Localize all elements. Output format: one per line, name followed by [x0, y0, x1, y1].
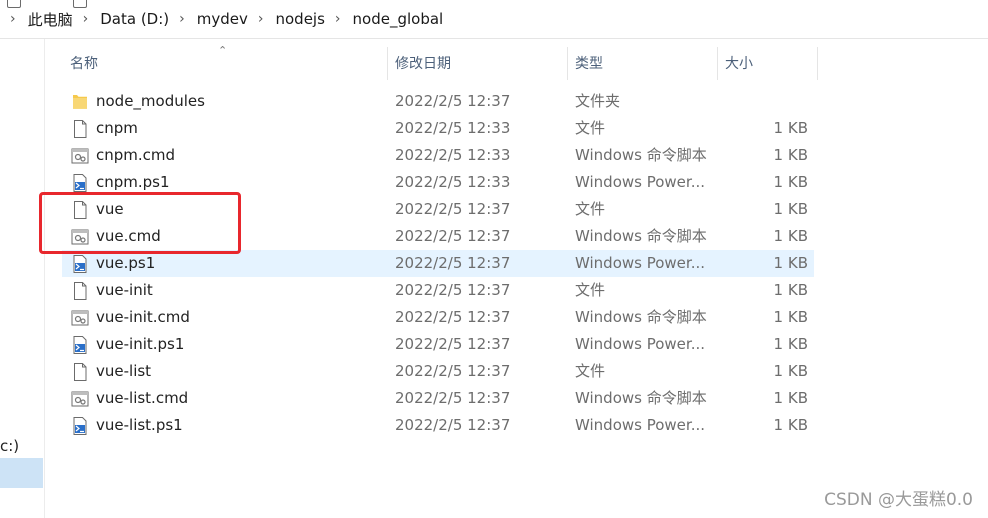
breadcrumb: › 此电脑 › Data (D:) › mydev › nodejs › nod…	[0, 6, 988, 32]
file-size: 1 KB	[773, 362, 808, 380]
cmd-script-icon	[70, 308, 90, 328]
file-modified-date: 2022/2/5 12:33	[395, 119, 511, 137]
chevron-right-icon[interactable]: ›	[10, 11, 16, 27]
file-size: 1 KB	[773, 308, 808, 326]
cmd-script-icon	[70, 146, 90, 166]
column-headers: 名称 修改日期 类型 大小	[62, 47, 818, 80]
column-header-date[interactable]: 修改日期	[387, 47, 567, 80]
file-size: 1 KB	[773, 416, 808, 434]
file-type: Windows 命令脚本	[575, 227, 707, 245]
file-name: cnpm.cmd	[96, 146, 176, 164]
file-modified-date: 2022/2/5 12:37	[395, 92, 511, 110]
file-name: vue.ps1	[96, 254, 156, 272]
file-size: 1 KB	[773, 146, 808, 164]
file-modified-date: 2022/2/5 12:37	[395, 281, 511, 299]
powershell-script-icon	[70, 416, 90, 436]
file-row[interactable]: cnpm.cmd 2022/2/5 12:33 Windows 命令脚本 1 KB	[62, 142, 814, 169]
file-name: node_modules	[96, 92, 205, 110]
file-type: Windows Power...	[575, 416, 706, 434]
powershell-script-icon	[70, 335, 90, 355]
folder-icon	[70, 92, 90, 112]
file-type: 文件夹	[575, 92, 621, 110]
file-name: vue-list	[96, 362, 152, 380]
file-modified-date: 2022/2/5 12:37	[395, 308, 511, 326]
file-row[interactable]: vue-list.ps1 2022/2/5 12:37 Windows Power.…	[62, 412, 814, 439]
navigation-pane[interactable]: c:)	[0, 39, 45, 518]
file-name: vue-list.ps1	[96, 416, 183, 434]
file-type: Windows Power...	[575, 335, 706, 353]
annotation-highlight-box	[39, 192, 241, 254]
divider	[0, 38, 988, 39]
breadcrumb-item-data-drive[interactable]: Data (D:)	[100, 10, 169, 28]
breadcrumb-item-this-pc[interactable]: 此电脑	[28, 9, 73, 30]
column-header-type[interactable]: 类型	[567, 47, 717, 80]
file-list: node_modules 2022/2/5 12:37 文件夹 cnpm 2022/2/…	[62, 88, 814, 439]
nav-item-drive-label[interactable]: c:)	[0, 437, 19, 455]
file-type: 文件	[575, 200, 606, 218]
file-name: cnpm	[96, 119, 138, 137]
file-modified-date: 2022/2/5 12:33	[395, 146, 511, 164]
file-type: Windows 命令脚本	[575, 308, 707, 326]
file-modified-date: 2022/2/5 12:37	[395, 416, 511, 434]
file-type: 文件	[575, 362, 606, 380]
file-type: Windows Power...	[575, 254, 706, 272]
file-name: vue-init.ps1	[96, 335, 185, 353]
file-row[interactable]: vue-list 2022/2/5 12:37 文件 1 KB	[62, 358, 814, 385]
file-row[interactable]: node_modules 2022/2/5 12:37 文件夹	[62, 88, 814, 115]
file-size: 1 KB	[773, 254, 808, 272]
column-divider[interactable]	[817, 47, 818, 80]
breadcrumb-item-mydev[interactable]: mydev	[197, 10, 248, 28]
file-modified-date: 2022/2/5 12:37	[395, 227, 511, 245]
file-name: vue-init	[96, 281, 153, 299]
file-modified-date: 2022/2/5 12:37	[395, 200, 511, 218]
chevron-right-icon[interactable]: ›	[335, 11, 341, 27]
file-size: 1 KB	[773, 200, 808, 218]
file-size: 1 KB	[773, 227, 808, 245]
file-row[interactable]: vue-init 2022/2/5 12:37 文件 1 KB	[62, 277, 814, 304]
nav-item-selected[interactable]	[0, 458, 43, 488]
column-header-size[interactable]: 大小	[717, 47, 817, 80]
cmd-script-icon	[70, 389, 90, 409]
file-modified-date: 2022/2/5 12:37	[395, 389, 511, 407]
file-modified-date: 2022/2/5 12:37	[395, 335, 511, 353]
file-type: 文件	[575, 119, 606, 137]
file-size: 1 KB	[773, 389, 808, 407]
file-size: 1 KB	[773, 119, 808, 137]
breadcrumb-item-node-global[interactable]: node_global	[353, 10, 444, 28]
chevron-right-icon[interactable]: ›	[258, 11, 264, 27]
watermark: CSDN @大蛋糕0.0	[824, 490, 973, 510]
chevron-right-icon[interactable]: ›	[83, 11, 89, 27]
file-type: Windows 命令脚本	[575, 389, 707, 407]
file-modified-date: 2022/2/5 12:37	[395, 254, 511, 272]
sort-ascending-icon: ⌃	[218, 44, 228, 57]
file-modified-date: 2022/2/5 12:37	[395, 362, 511, 380]
file-row[interactable]: cnpm 2022/2/5 12:33 文件 1 KB	[62, 115, 814, 142]
file-type: 文件	[575, 281, 606, 299]
powershell-script-icon	[70, 173, 90, 193]
file-name: vue-init.cmd	[96, 308, 190, 326]
chevron-right-icon[interactable]: ›	[179, 11, 185, 27]
file-name: vue-list.cmd	[96, 389, 189, 407]
file-icon	[70, 281, 90, 301]
file-modified-date: 2022/2/5 12:33	[395, 173, 511, 191]
file-icon	[70, 119, 90, 139]
file-type: Windows 命令脚本	[575, 146, 707, 164]
file-type: Windows Power...	[575, 173, 706, 191]
file-row[interactable]: vue.ps1 2022/2/5 12:37 Windows Power... 1 K…	[62, 250, 814, 277]
file-size: 1 KB	[773, 281, 808, 299]
file-row[interactable]: vue-list.cmd 2022/2/5 12:37 Windows 命令脚本 1 …	[62, 385, 814, 412]
file-icon	[70, 362, 90, 382]
file-size: 1 KB	[773, 173, 808, 191]
file-row[interactable]: vue-init.cmd 2022/2/5 12:37 Windows 命令脚本 1 …	[62, 304, 814, 331]
powershell-script-icon	[70, 254, 90, 274]
file-row[interactable]: vue-init.ps1 2022/2/5 12:37 Windows Power.…	[62, 331, 814, 358]
breadcrumb-item-nodejs[interactable]: nodejs	[275, 10, 324, 28]
file-size: 1 KB	[773, 335, 808, 353]
